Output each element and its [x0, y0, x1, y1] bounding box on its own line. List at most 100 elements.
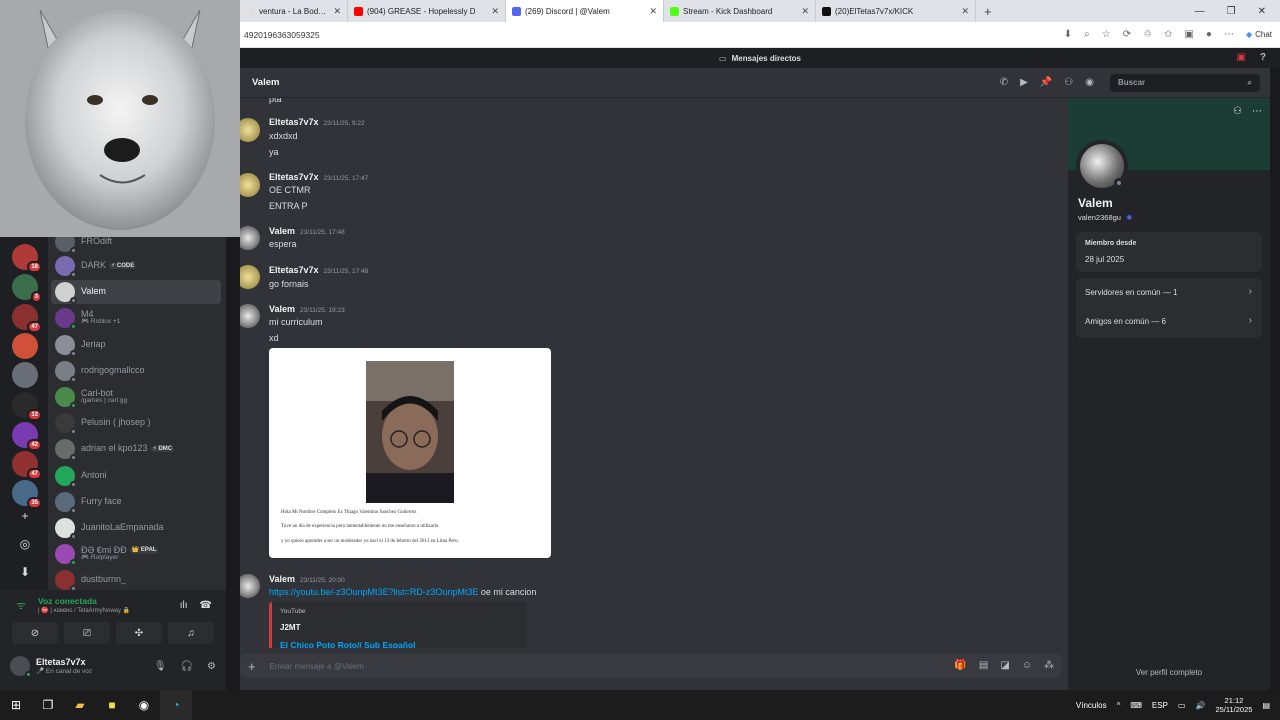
message-author[interactable]: Valem [269, 304, 295, 314]
view-full-profile-link[interactable]: Ver perfil completo [1068, 668, 1270, 677]
obs-icon[interactable]: ◉ [128, 690, 160, 720]
message-author[interactable]: Valem [269, 574, 295, 584]
performance-icon[interactable]: ♲ [1143, 29, 1152, 40]
add-server-icon[interactable]: + [14, 505, 36, 527]
browser-tab[interactable]: (269) Discord | @Valem ✕ [506, 0, 664, 22]
volume-icon[interactable]: 🔊 [1195, 701, 1205, 710]
server-icon[interactable] [12, 333, 38, 359]
more-icon[interactable]: ⋯ [1224, 29, 1234, 40]
youtube-link[interactable]: https://youtu.be/-z3OunpMt3E?list=RD-z3O… [269, 587, 478, 597]
message-author[interactable]: Valem [269, 226, 295, 236]
message-author[interactable]: Eltetas7v7x [269, 117, 319, 127]
pinned-messages-icon[interactable]: 📌 [1040, 77, 1052, 88]
profile-avatar[interactable] [1076, 140, 1128, 192]
server-icon[interactable]: 35 [12, 480, 42, 509]
emoji-icon[interactable]: ☺ [1022, 660, 1032, 671]
settings-gear-icon[interactable]: ⚙ [207, 661, 216, 672]
message-author[interactable]: Eltetas7v7x [269, 265, 319, 275]
microphone-icon[interactable]: 🎙 [154, 661, 167, 672]
dm-item[interactable]: Valem [51, 280, 221, 304]
chevron-up-icon[interactable]: ^ [1117, 701, 1121, 710]
explore-icon[interactable]: ◎ [14, 533, 36, 555]
embed-provider[interactable]: YouTube [280, 608, 306, 615]
headphones-icon[interactable]: 🎧 [181, 661, 193, 672]
avatar[interactable] [240, 574, 260, 598]
chevron-right-icon[interactable]: › [1249, 315, 1252, 326]
message-input[interactable]: + Enviar mensaje a @Valem [240, 654, 1062, 678]
video-call-icon[interactable]: ▶ [1020, 77, 1028, 88]
soundboard-button[interactable]: ♫ [168, 622, 214, 644]
browser-tab[interactable]: ventura - La Boda - YouTu ✕ [240, 0, 348, 22]
user-profile-icon[interactable]: ◉ [1085, 77, 1094, 88]
extensions-icon[interactable]: ⟳ [1123, 29, 1131, 40]
search-input[interactable]: Buscar ⌕ [1110, 74, 1260, 92]
more-options-icon[interactable]: ⋯ [1252, 106, 1262, 117]
chevron-right-icon[interactable]: › [1249, 286, 1252, 297]
dm-item[interactable]: Jeriap [51, 333, 221, 357]
dm-item[interactable]: Antoni [51, 464, 221, 488]
disconnect-icon[interactable]: ☎ [200, 600, 212, 611]
sticky-app-icon[interactable]: ■ [96, 690, 128, 720]
dm-item[interactable]: Furry face [51, 490, 221, 514]
activities-button[interactable]: ✣ [116, 622, 162, 644]
camera-off-button[interactable]: ⊘ [12, 622, 58, 644]
file-explorer-icon[interactable]: ▰ [64, 690, 96, 720]
edge-browser-icon[interactable]: ◔ [160, 690, 192, 720]
mutual-friends-row[interactable]: Amigos en común — 6 [1085, 317, 1166, 326]
profile-icon[interactable]: ● [1206, 29, 1212, 40]
server-icon[interactable]: 47 [12, 451, 42, 480]
vinculos-label[interactable]: Vínculos [1076, 701, 1107, 710]
avatar[interactable] [240, 226, 260, 250]
language-label[interactable]: ESP [1152, 701, 1168, 710]
add-friend-icon[interactable]: ⚇ [1233, 106, 1242, 117]
close-tab-icon[interactable]: ✕ [649, 6, 657, 17]
maximize-icon[interactable]: ❐ [1227, 6, 1236, 17]
dm-item[interactable]: JuanitoLaEmpanada [51, 516, 221, 540]
user-panel[interactable]: Eltetas7v7x 🎤 En canal de voz 🎙 🎧 ⚙ [10, 652, 216, 680]
browser-tab[interactable]: Stream - Kick Dashboard ✕ [664, 0, 816, 22]
download-apps-icon[interactable]: ⬇ [14, 561, 36, 583]
keyboard-icon[interactable]: ⌨ [1130, 701, 1142, 710]
bookmark-star-icon[interactable]: ☆ [1102, 29, 1111, 40]
dm-item[interactable]: Carl-bot/games | carl.gg [51, 385, 221, 409]
avatar[interactable] [10, 656, 32, 678]
monitor-icon[interactable]: ▣ [1236, 52, 1245, 63]
embed-title[interactable]: El Chico Poto Roto// Sub Español [280, 640, 416, 648]
screen-share-button[interactable]: ⎚ [64, 622, 110, 644]
help-icon[interactable]: ? [1260, 52, 1266, 63]
apps-icon[interactable]: ⁂ [1044, 660, 1054, 671]
dm-item[interactable]: dustburnn_ [51, 568, 221, 590]
server-icon[interactable]: 18 [12, 244, 42, 273]
address-bar[interactable]: 4920196363059325 ⬇ ⌕ ☆ ⟳ ♲ ✩ ▣ ● ⋯ ◆ Chat [240, 22, 1280, 48]
dm-item[interactable]: ÐƏ €mi ÐÐ 👑 EPAL 🎮 Rolplayer [51, 542, 221, 566]
dm-item[interactable]: FROdift [51, 237, 221, 254]
dm-item[interactable]: rodrigogmallcco [51, 359, 221, 383]
close-tab-icon[interactable]: ✕ [333, 6, 341, 17]
close-tab-icon[interactable]: ✕ [961, 6, 969, 17]
gif-icon[interactable]: ▤ [979, 660, 988, 671]
copilot-chat-button[interactable]: ◆ Chat [1246, 30, 1272, 39]
avatar[interactable] [240, 265, 260, 289]
close-tab-icon[interactable]: ✕ [801, 6, 809, 17]
gift-icon[interactable]: 🎁 [954, 660, 966, 671]
image-attachment[interactable]: Hola Mi Nombre Completo Es Thiago Valent… [269, 348, 551, 558]
notifications-icon[interactable]: ▤ [1262, 701, 1270, 710]
download-icon[interactable]: ⬇ [1064, 29, 1072, 40]
avatar[interactable] [240, 173, 260, 197]
add-attachment-icon[interactable]: + [248, 659, 256, 674]
add-friends-icon[interactable]: ⚇ [1064, 77, 1073, 88]
dm-item[interactable]: adrian el kpo123 ⚡ DMC [51, 437, 221, 461]
server-icon[interactable]: 12 [12, 392, 42, 421]
minimize-icon[interactable]: — [1195, 6, 1205, 17]
zoom-icon[interactable]: ⌕ [1084, 29, 1090, 40]
browser-tab[interactable]: (904) GREASE - Hopelessly D ✕ [348, 0, 506, 22]
mutual-servers-row[interactable]: Servidores en común — 1 [1085, 288, 1178, 297]
clock[interactable]: 21:12 25/11/2025 [1215, 696, 1252, 715]
server-icon[interactable]: 3 [12, 274, 42, 303]
close-window-icon[interactable]: ✕ [1258, 6, 1266, 17]
network-icon[interactable]: ▭ [1178, 701, 1186, 710]
favorites-icon[interactable]: ✩ [1164, 29, 1172, 40]
task-view-icon[interactable]: ❐ [32, 690, 64, 720]
dm-item[interactable]: DARK ⚡ CODE [51, 254, 221, 278]
server-icon[interactable]: 42 [12, 422, 42, 451]
